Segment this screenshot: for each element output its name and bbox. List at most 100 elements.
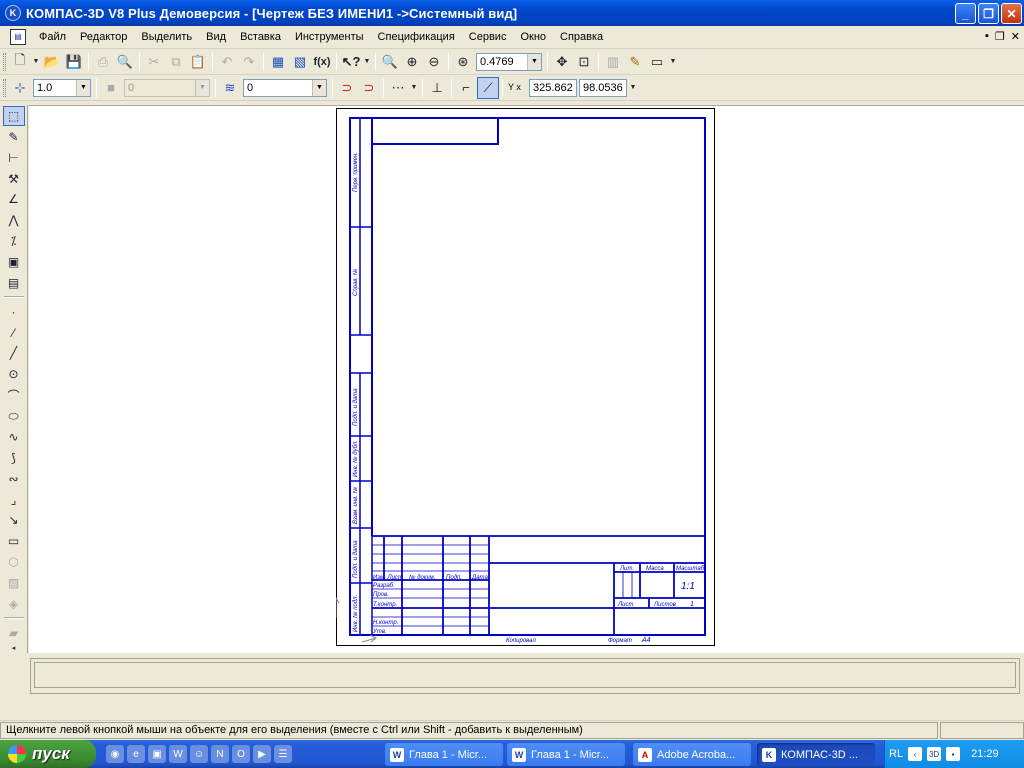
- style-icon[interactable]: ■: [100, 77, 122, 99]
- coord-x-field[interactable]: 325.862: [529, 78, 577, 97]
- zoom-all-icon[interactable]: ⊡: [573, 51, 595, 73]
- language-indicator[interactable]: RL: [889, 748, 903, 760]
- chevron-down-icon[interactable]: ▼: [312, 79, 326, 96]
- zoom-combo[interactable]: 0.4769 ▼: [476, 52, 542, 71]
- snap-magnet-icon[interactable]: ⊃: [336, 77, 358, 99]
- ie-icon[interactable]: e: [127, 745, 145, 763]
- manager-icon[interactable]: ▦: [267, 51, 289, 73]
- player-icon[interactable]: ▶: [253, 745, 271, 763]
- ellipse-icon[interactable]: ⬭: [3, 406, 25, 426]
- display-dropdown-icon[interactable]: ▼: [668, 51, 678, 73]
- drawing-sheet[interactable]: Изм. Лист № докум. Подп. Дата Разраб. Пр…: [336, 108, 716, 648]
- task-word-1[interactable]: W Глава 1 - Micr...: [385, 743, 503, 766]
- polyline-icon[interactable]: ⟆: [3, 448, 25, 468]
- copy-icon[interactable]: ⧉: [165, 51, 187, 73]
- cut-icon[interactable]: ✂: [143, 51, 165, 73]
- help-pointer-icon[interactable]: ↖?: [340, 51, 362, 73]
- chamfer-icon[interactable]: ⌟: [3, 490, 25, 510]
- word-quick-icon[interactable]: W: [169, 745, 187, 763]
- new-dropdown-icon[interactable]: ▼: [31, 51, 41, 73]
- menu-specification[interactable]: Спецификация: [371, 31, 462, 43]
- spline-icon[interactable]: ∿: [3, 427, 25, 447]
- tray-3d-icon[interactable]: 3D: [927, 747, 942, 761]
- toolbar-grip[interactable]: [3, 52, 6, 71]
- geometry-tool-icon[interactable]: ✎: [3, 127, 25, 147]
- coords-dropdown-icon[interactable]: ▼: [628, 77, 638, 99]
- polygon-icon[interactable]: ⬡: [3, 552, 25, 572]
- menu-window[interactable]: Окно: [513, 31, 553, 43]
- snap-local-icon[interactable]: ⊃: [358, 77, 380, 99]
- brush-icon[interactable]: ✎: [624, 51, 646, 73]
- save-icon[interactable]: 💾: [63, 51, 85, 73]
- chevron-down-icon[interactable]: ▼: [527, 53, 541, 70]
- opera-icon[interactable]: O: [232, 745, 250, 763]
- print-icon[interactable]: ⎙: [92, 51, 114, 73]
- layers-icon[interactable]: ≋: [219, 77, 241, 99]
- close-button[interactable]: ✕: [1001, 3, 1022, 24]
- round-coords-icon[interactable]: ⟋: [477, 76, 499, 99]
- kompas-logo-icon[interactable]: K: [5, 5, 21, 21]
- step-combo[interactable]: 1.0 ▼: [33, 78, 91, 97]
- display-icon[interactable]: ▭: [646, 51, 668, 73]
- mdi-restore-icon[interactable]: ❐: [995, 30, 1005, 43]
- menu-file[interactable]: Файл: [32, 31, 73, 43]
- redo-icon[interactable]: ↷: [238, 51, 260, 73]
- mdi-close-icon[interactable]: ✕: [1011, 30, 1020, 43]
- open-folder-icon[interactable]: 📂: [41, 51, 63, 73]
- bezier-icon[interactable]: ∾: [3, 469, 25, 489]
- zoom-out-icon[interactable]: ⊖: [423, 51, 445, 73]
- chevron-down-icon[interactable]: ▼: [195, 79, 209, 96]
- task-kompas[interactable]: K КОМПАС-3D ...: [757, 743, 875, 766]
- help-dropdown-icon[interactable]: ▼: [362, 51, 372, 73]
- parametrization-tool-icon[interactable]: ∠: [3, 190, 25, 210]
- print-preview-icon[interactable]: 🔍: [114, 51, 136, 73]
- start-button[interactable]: . пуск: [0, 740, 96, 768]
- tray-network-icon[interactable]: ▪: [946, 747, 961, 761]
- hatch-icon[interactable]: ▨: [3, 573, 25, 593]
- select-tool-icon[interactable]: ⬚: [2, 106, 25, 126]
- measure-tool-icon[interactable]: ⋀: [3, 210, 25, 230]
- ortho-icon[interactable]: ⌐: [455, 77, 477, 99]
- document-icon[interactable]: ▤: [10, 29, 26, 45]
- specification-tool-icon[interactable]: ▤: [3, 273, 25, 293]
- nero-icon[interactable]: N: [211, 745, 229, 763]
- menu-tools[interactable]: Инструменты: [288, 31, 371, 43]
- coord-y-field[interactable]: 98.0536: [579, 78, 627, 97]
- menu-view[interactable]: Вид: [199, 31, 233, 43]
- zoom-window-icon[interactable]: 🔍: [379, 51, 401, 73]
- style-combo[interactable]: 0 ▼: [124, 78, 210, 97]
- rectangle-icon[interactable]: ▭: [3, 531, 25, 551]
- messenger-icon[interactable]: ☺: [190, 745, 208, 763]
- dimensions-tool-icon[interactable]: ⊢: [3, 148, 25, 168]
- paste-icon[interactable]: 📋: [187, 51, 209, 73]
- menu-help[interactable]: Справка: [553, 31, 610, 43]
- menu-editor[interactable]: Редактор: [73, 31, 134, 43]
- grid-dropdown-icon[interactable]: ▼: [409, 77, 419, 99]
- zoom-scale-icon[interactable]: ⊛: [452, 51, 474, 73]
- minimize-button[interactable]: _: [955, 3, 976, 24]
- new-document-icon[interactable]: 🗋: [9, 51, 31, 73]
- task-acrobat[interactable]: A Adobe Acroba...: [633, 743, 751, 766]
- task-word-2[interactable]: W Глава 1 - Micr...: [507, 743, 625, 766]
- arc-icon[interactable]: ⌒: [3, 385, 25, 405]
- menu-service[interactable]: Сервис: [462, 31, 514, 43]
- fillet-icon[interactable]: ↘: [3, 510, 25, 530]
- undo-icon[interactable]: ↶: [216, 51, 238, 73]
- step-icon[interactable]: ⊹: [9, 77, 31, 99]
- local-cs-icon[interactable]: ⊥: [426, 77, 448, 99]
- title-bar[interactable]: K КОМПАС-3D V8 Plus Демоверсия - [Чертеж…: [0, 0, 1024, 26]
- grid-icon[interactable]: ⋯: [387, 77, 409, 99]
- segment-icon[interactable]: ╱: [3, 344, 25, 364]
- media-icon[interactable]: ▣: [148, 745, 166, 763]
- restore-button[interactable]: ❐: [978, 3, 999, 24]
- winrar-icon[interactable]: ☰: [274, 745, 292, 763]
- menu-insert[interactable]: Вставка: [233, 31, 288, 43]
- zoom-in-icon[interactable]: ⊕: [401, 51, 423, 73]
- equidistant-icon[interactable]: ▰: [3, 623, 25, 643]
- mdi-minimize-icon[interactable]: ▪: [985, 30, 989, 43]
- associative-views-icon[interactable]: ▣: [3, 252, 25, 272]
- contour-icon[interactable]: ◈: [3, 594, 25, 614]
- edit-tool-icon[interactable]: ⚒: [3, 169, 25, 189]
- library-icon[interactable]: ▧: [289, 51, 311, 73]
- function-icon[interactable]: f(x): [311, 51, 333, 73]
